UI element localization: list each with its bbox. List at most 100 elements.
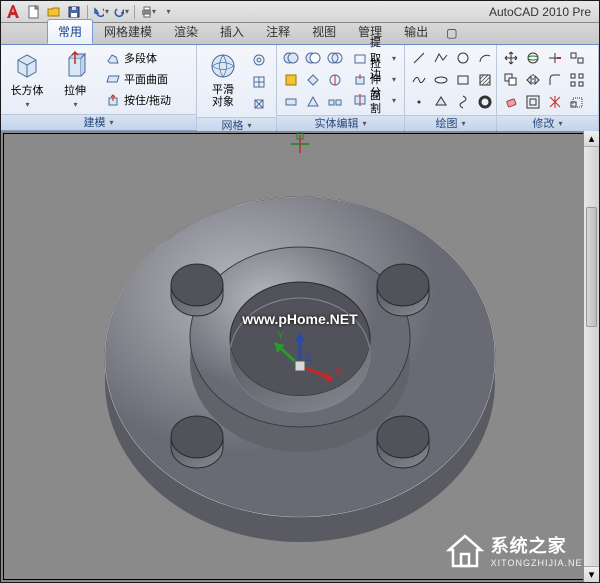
qat-separator — [134, 5, 135, 19]
offset-icon[interactable] — [523, 92, 543, 112]
mesh-tool-icon[interactable] — [249, 50, 269, 70]
view-gizmo-icon[interactable]: X Y Z — [255, 321, 345, 411]
move-icon[interactable] — [501, 48, 521, 68]
copy-icon[interactable] — [501, 70, 521, 90]
presspull-icon — [105, 92, 121, 108]
solid-tool-icon[interactable] — [281, 70, 301, 90]
tab-render[interactable]: 渲染 — [163, 19, 209, 44]
ribbon-tabs: 常用 网格建模 渲染 插入 注释 视图 管理 输出 ▢ — [1, 23, 599, 45]
split-icon — [353, 92, 367, 108]
ucs-marker-icon — [287, 131, 313, 157]
panel-mesh: 平滑 对象 网格▾ — [197, 45, 277, 130]
scroll-track[interactable] — [584, 147, 599, 566]
drawing-viewport[interactable]: www.pHome.NET X Y Z 系统之家 XITONGZHIJIA.NE… — [1, 131, 599, 582]
mesh-tool-icon[interactable] — [249, 94, 269, 114]
polyline-icon[interactable] — [431, 48, 451, 68]
region-icon[interactable] — [431, 92, 451, 112]
solid-tool-icon[interactable] — [325, 70, 345, 90]
axis-x-label: X — [335, 366, 343, 378]
panel-title-modeling[interactable]: 建模▾ — [1, 114, 196, 130]
tab-mesh-modeling[interactable]: 网格建模 — [93, 19, 163, 44]
tab-expand-icon[interactable]: ▢ — [439, 22, 464, 44]
presspull-label: 按住/拖动 — [124, 92, 171, 108]
ribbon: 长方体 ▾ 拉伸 ▾ 多段体 平面曲面 按住/拖动 — [1, 45, 599, 131]
scroll-up-icon[interactable]: ▴ — [584, 131, 599, 147]
solid-tool-icon[interactable] — [281, 92, 301, 112]
house-icon — [445, 532, 485, 568]
hatch-icon[interactable] — [475, 70, 495, 90]
panel-title-draw[interactable]: 绘图▾ — [405, 115, 496, 131]
scroll-thumb[interactable] — [586, 207, 597, 327]
qat-separator — [87, 5, 88, 19]
panel-title-modify[interactable]: 修改▾ — [497, 115, 598, 131]
save-icon[interactable] — [65, 3, 83, 21]
box-icon — [11, 49, 43, 80]
extrude-face-icon — [353, 71, 367, 87]
spline-icon[interactable] — [409, 70, 429, 90]
brand-subtitle: XITONGZHIJIA.NET — [491, 558, 589, 568]
new-icon[interactable] — [25, 3, 43, 21]
scroll-down-icon[interactable]: ▾ — [584, 566, 599, 582]
union-icon[interactable] — [281, 48, 301, 68]
donut-icon[interactable] — [475, 92, 495, 112]
tab-view[interactable]: 视图 — [301, 19, 347, 44]
panel-modify: 修改▾ — [497, 45, 599, 130]
planar-surface-label: 平面曲面 — [124, 71, 168, 87]
smooth-object-icon — [207, 50, 239, 82]
vertical-scrollbar[interactable]: ▴ ▾ — [583, 131, 599, 582]
brand-title: 系统之家 — [491, 532, 589, 558]
mirror-icon[interactable] — [523, 70, 543, 90]
tab-annotate[interactable]: 注释 — [255, 19, 301, 44]
erase-icon[interactable] — [501, 92, 521, 112]
panel-modeling: 长方体 ▾ 拉伸 ▾ 多段体 平面曲面 按住/拖动 — [1, 45, 197, 130]
ellipse-icon[interactable] — [431, 70, 451, 90]
dropdown-icon: ▾ — [73, 100, 77, 109]
rotate3d-icon[interactable] — [523, 48, 543, 68]
smooth-object-button[interactable]: 平滑 对象 — [201, 48, 245, 110]
rectangle-icon[interactable] — [453, 70, 473, 90]
panel-title-solid-edit[interactable]: 实体编辑▾ — [277, 115, 404, 131]
open-icon[interactable] — [45, 3, 63, 21]
tab-common[interactable]: 常用 — [47, 19, 93, 44]
point-icon[interactable] — [409, 92, 429, 112]
helix-icon[interactable] — [453, 92, 473, 112]
qat-customize-icon[interactable]: ▾ — [159, 3, 177, 21]
scale-icon[interactable] — [567, 92, 587, 112]
app-logo[interactable] — [3, 3, 23, 21]
panel-solid-edit: 提取边▾ 拉伸面▾ 分割▾ 实体编辑▾ — [277, 45, 405, 130]
line-icon[interactable] — [409, 48, 429, 68]
mesh-tool-icon[interactable] — [249, 72, 269, 92]
print-icon[interactable]: ▾ — [139, 3, 157, 21]
redo-icon[interactable]: ▾ — [112, 3, 130, 21]
intersect-icon[interactable] — [325, 48, 345, 68]
solid-tool-icon[interactable] — [303, 92, 323, 112]
dropdown-icon: ▾ — [109, 115, 113, 131]
tab-output[interactable]: 输出 — [393, 19, 439, 44]
planar-surface-icon — [105, 71, 121, 87]
solid-tool-icon[interactable] — [303, 70, 323, 90]
axis-z-label: Z — [305, 352, 312, 364]
fillet-icon[interactable] — [545, 70, 565, 90]
box-label: 长方体 — [11, 82, 44, 98]
extrude-button[interactable]: 拉伸 ▾ — [53, 48, 97, 110]
split-button[interactable]: 分割▾ — [349, 90, 400, 110]
subtract-icon[interactable] — [303, 48, 323, 68]
arc-icon[interactable] — [475, 48, 495, 68]
explode-icon[interactable] — [545, 92, 565, 112]
polysolid-label: 多段体 — [124, 50, 157, 66]
align-icon[interactable] — [567, 48, 587, 68]
extrude-label: 拉伸 — [64, 82, 86, 98]
circle-icon[interactable] — [453, 48, 473, 68]
box-button[interactable]: 长方体 ▾ — [5, 48, 49, 110]
watermark-brand: 系统之家 XITONGZHIJIA.NET — [445, 532, 589, 568]
undo-icon[interactable]: ▾ — [92, 3, 110, 21]
planar-surface-button[interactable]: 平面曲面 — [101, 69, 175, 89]
presspull-button[interactable]: 按住/拖动 — [101, 90, 175, 110]
trim-icon[interactable] — [545, 48, 565, 68]
array-icon[interactable] — [567, 70, 587, 90]
app-title: AutoCAD 2010 Pre — [489, 5, 591, 19]
dropdown-icon: ▾ — [25, 100, 29, 109]
tab-insert[interactable]: 插入 — [209, 19, 255, 44]
polysolid-button[interactable]: 多段体 — [101, 48, 175, 68]
solid-tool-icon[interactable] — [325, 92, 345, 112]
